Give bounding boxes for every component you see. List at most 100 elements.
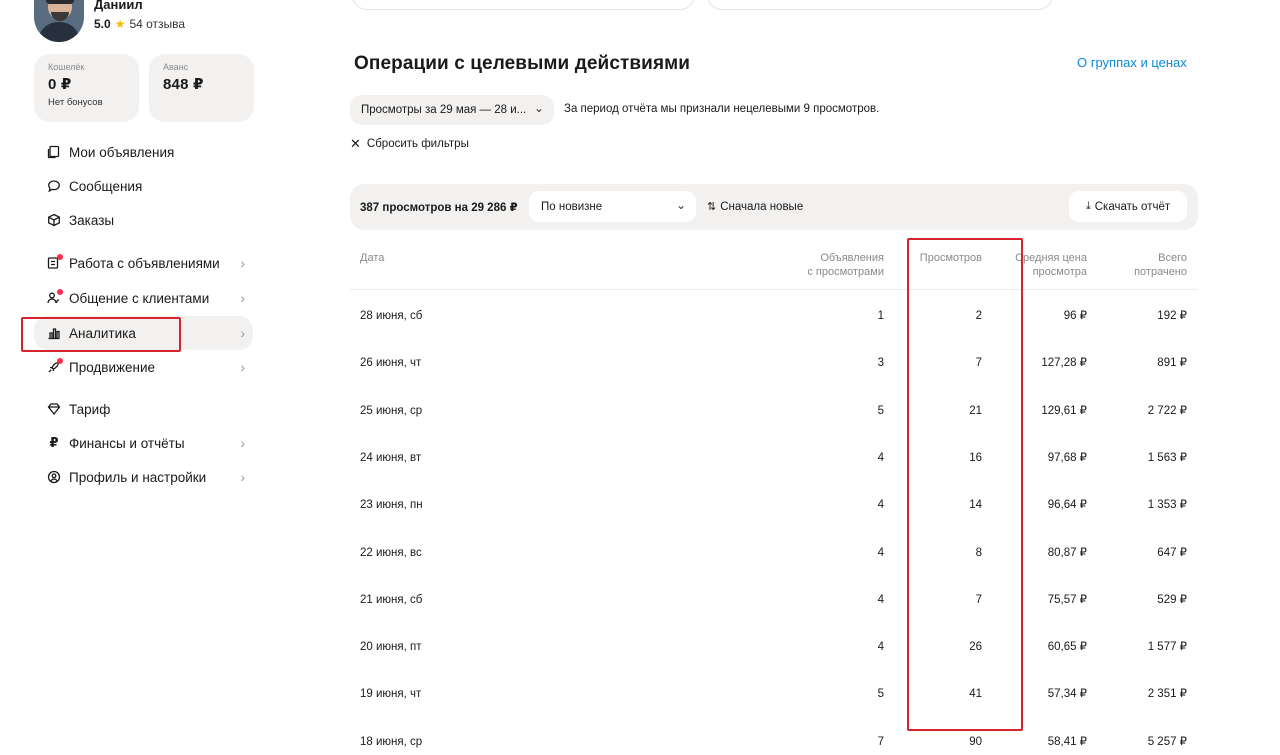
close-icon: ✕ <box>350 136 361 151</box>
groups-prices-link[interactable]: О группах и ценах <box>1077 55 1187 70</box>
table-row[interactable]: 25 июня, ср 5 21 129,61 ₽2 722 ₽ <box>350 388 1198 435</box>
cell-date: 28 июня, сб <box>360 310 423 322</box>
cell-total: 529 ₽ <box>1157 593 1187 606</box>
cell-total: 2 722 ₽ <box>1147 404 1187 417</box>
table-toolbar: 387 просмотров на 29 286 ₽ По новизне ⌄ … <box>350 184 1198 230</box>
sort-order-icon: ⇅ <box>707 201 717 213</box>
table-row[interactable]: 24 июня, вт 4 16 97,68 ₽1 563 ₽ <box>350 435 1198 482</box>
column-header-listings[interactable]: Объявления с просмотрами <box>807 251 884 279</box>
wallet-card[interactable]: Кошелёк 0 ₽ Нет бонусов <box>34 54 139 122</box>
sidebar-item-promotion[interactable]: Продвижение › <box>34 350 253 384</box>
period-select-value: Просмотры за 29 мая — 28 и... <box>361 104 527 116</box>
download-report-label: Скачать отчёт <box>1094 200 1171 213</box>
table-row[interactable]: 21 июня, сб 4 7 75,57 ₽529 ₽ <box>350 577 1198 624</box>
column-header-line: Объявления <box>820 252 884 264</box>
column-header-line: Средняя цена <box>1015 252 1087 264</box>
sidebar-item-client-communication[interactable]: Общение с клиентами › <box>34 281 253 315</box>
chevron-right-icon: › <box>240 435 245 451</box>
sidebar-item-label: Продвижение <box>69 359 156 375</box>
cell-total: 1 563 ₽ <box>1147 451 1187 464</box>
user-name[interactable]: Даниил <box>94 0 185 11</box>
period-select[interactable]: Просмотры за 29 мая — 28 и... ⌄ <box>350 95 554 125</box>
notification-dot <box>57 358 63 364</box>
sidebar-item-my-listings[interactable]: Мои объявления <box>34 135 253 169</box>
table-row[interactable]: 23 июня, пн 4 14 96,64 ₽1 353 ₽ <box>350 482 1198 529</box>
cell-avg-price: 127,28 ₽ <box>1041 357 1087 370</box>
column-header-line: с просмотрами <box>807 266 884 278</box>
download-report-button[interactable]: ⤓ Скачать отчёт <box>1069 191 1187 222</box>
sidebar-item-label: Профиль и настройки <box>69 469 207 485</box>
cell-total: 891 ₽ <box>1157 357 1187 370</box>
column-header-total[interactable]: Всего потрачено <box>1134 251 1187 279</box>
cell-total: 2 351 ₽ <box>1147 688 1187 701</box>
column-header-date[interactable]: Дата <box>360 251 384 265</box>
top-filter-pill-left[interactable] <box>352 0 695 10</box>
sidebar-item-messages[interactable]: Сообщения <box>34 169 253 203</box>
advance-card[interactable]: Аванс 848 ₽ <box>149 54 254 122</box>
cell-date: 23 июня, пн <box>360 499 423 512</box>
cell-date: 24 июня, вт <box>360 451 422 464</box>
cell-listings: 4 <box>877 451 884 464</box>
star-icon: ★ <box>114 17 126 31</box>
wallet-label: Кошелёк <box>48 62 85 72</box>
cell-date: 25 июня, ср <box>360 404 423 417</box>
chevron-right-icon: › <box>240 359 245 375</box>
cell-avg-price: 96 ₽ <box>1063 310 1087 322</box>
column-header-avg-price[interactable]: Средняя цена просмотра <box>1015 251 1087 279</box>
views-column-highlight-frame <box>907 238 1023 731</box>
sidebar-item-finance[interactable]: ₽ Финансы и отчёты › <box>34 426 253 460</box>
cell-date: 22 июня, вс <box>360 546 422 559</box>
sidebar-item-orders[interactable]: Заказы <box>34 203 253 237</box>
cell-avg-price: 129,61 ₽ <box>1041 404 1087 417</box>
sidebar-item-profile-settings[interactable]: Профиль и настройки › <box>34 460 253 494</box>
advance-value: 848 ₽ <box>163 76 204 93</box>
avatar[interactable] <box>34 0 84 42</box>
table-row[interactable]: 28 июня, сб 1 2 96 ₽192 ₽ <box>350 293 1198 340</box>
cell-listings: 3 <box>877 357 884 370</box>
cell-avg-price: 57,34 ₽ <box>1047 688 1087 701</box>
period-note: За период отчёта мы признали нецелевыми … <box>564 103 880 115</box>
cell-listings: 4 <box>877 641 884 654</box>
table-row[interactable]: 18 июня, ср 7 90 58,41 ₽5 257 ₽ <box>350 719 1198 755</box>
cell-listings: 7 <box>877 735 884 748</box>
cell-total: 1 353 ₽ <box>1147 499 1187 512</box>
wallet-bonus-note: Нет бонусов <box>48 97 103 108</box>
table-header: Дата Объявления с просмотрами Просмотров… <box>350 240 1198 290</box>
table-row[interactable]: 20 июня, пт 4 26 60,65 ₽1 577 ₽ <box>350 624 1198 671</box>
ruble-icon: ₽ <box>49 435 59 450</box>
sidebar-item-label: Финансы и отчёты <box>69 435 185 451</box>
table-row[interactable]: 26 июня, чт 3 7 127,28 ₽891 ₽ <box>350 340 1198 387</box>
reviews-count[interactable]: 54 отзыва <box>129 17 185 31</box>
user-profile[interactable]: Даниил 5.0 ★ 54 отзыва <box>34 0 185 42</box>
cell-date: 19 июня, чт <box>360 688 422 701</box>
column-header-line: просмотра <box>1032 266 1087 278</box>
chevron-down-icon: ⌄ <box>675 198 686 212</box>
cell-avg-price: 75,57 ₽ <box>1047 593 1087 606</box>
analytics-highlight-frame <box>21 317 181 352</box>
sort-order-label: Сначала новые <box>720 200 804 213</box>
table-row[interactable]: 22 июня, вс 4 8 80,87 ₽647 ₽ <box>350 530 1198 577</box>
chevron-right-icon: › <box>240 325 245 341</box>
cell-listings: 4 <box>877 593 884 606</box>
cell-listings: 5 <box>877 404 884 417</box>
cell-avg-price: 80,87 ₽ <box>1047 546 1087 559</box>
cell-avg-price: 96,64 ₽ <box>1047 499 1087 512</box>
user-rating[interactable]: 5.0 ★ 54 отзыва <box>94 17 185 31</box>
clients-icon <box>46 289 63 306</box>
sidebar-item-tariff[interactable]: Тариф <box>34 392 253 426</box>
reset-filters-button[interactable]: ✕ Сбросить фильтры <box>350 136 469 151</box>
profile-icon <box>46 469 62 485</box>
column-header-line: потрачено <box>1134 266 1187 278</box>
sidebar-item-label: Тариф <box>69 401 111 417</box>
cell-listings: 1 <box>877 310 884 322</box>
sidebar-item-listing-work[interactable]: Работа с объявлениями › <box>34 246 253 280</box>
sidebar-item-label: Заказы <box>69 212 115 228</box>
sort-select[interactable]: По новизне ⌄ <box>529 191 696 222</box>
sort-order-toggle[interactable]: ⇅ Сначала новые <box>707 200 804 214</box>
top-filter-pill-right[interactable] <box>707 0 1053 10</box>
listings-icon <box>46 144 62 160</box>
table-row[interactable]: 19 июня, чт 5 41 57,34 ₽2 351 ₽ <box>350 671 1198 718</box>
sidebar-item-label: Мои объявления <box>69 144 175 160</box>
advance-label: Аванс <box>163 62 189 72</box>
cell-listings: 4 <box>877 499 884 512</box>
